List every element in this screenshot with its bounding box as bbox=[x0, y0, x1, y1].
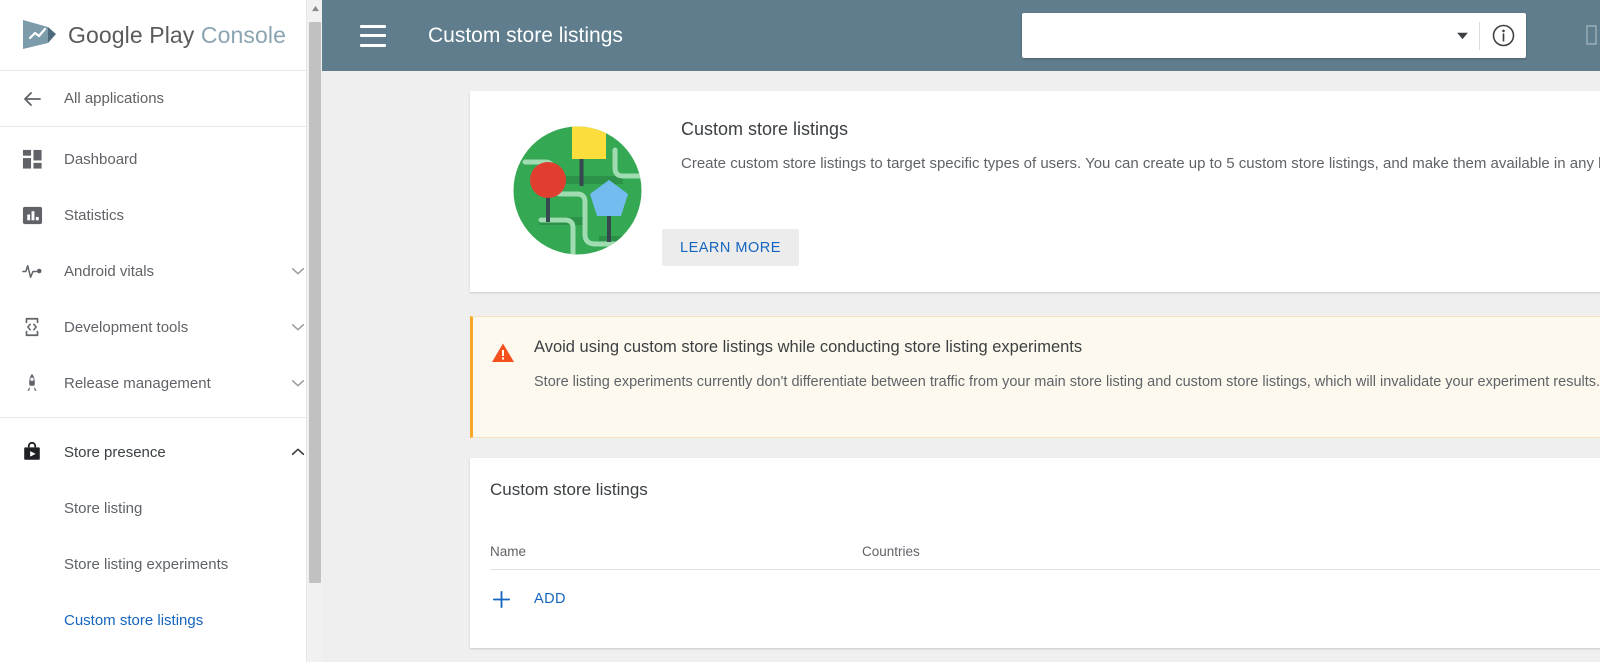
custom-store-listings-card: Custom store listings Name Countries ADD bbox=[470, 458, 1600, 648]
warning-body: Store listing experiments currently don'… bbox=[534, 370, 1600, 394]
chevron-down-icon[interactable] bbox=[288, 374, 308, 392]
listings-title: Custom store listings bbox=[490, 480, 648, 500]
sidebar-item-label: Store presence bbox=[64, 444, 288, 461]
info-circle-icon[interactable] bbox=[1480, 23, 1526, 48]
sidebar-item-release-management[interactable]: Release management bbox=[0, 355, 322, 411]
sidebar-item-label: Development tools bbox=[64, 319, 288, 336]
warning-banner: Avoid using custom store listings while … bbox=[470, 316, 1600, 438]
sidebar-scrollbar-thumb[interactable] bbox=[309, 22, 321, 583]
promo-title: Custom store listings bbox=[681, 119, 848, 140]
hamburger-menu-icon[interactable] bbox=[360, 25, 386, 47]
main-area: Custom store listings bbox=[322, 0, 1600, 662]
sidebar: Google Play Console All applications bbox=[0, 0, 322, 662]
sidebar-divider bbox=[0, 417, 322, 424]
sidebar-item-label: Dashboard bbox=[64, 151, 308, 168]
add-listing-label: ADD bbox=[534, 591, 566, 607]
store-bag-play-icon bbox=[18, 441, 46, 463]
brand-title-light: Console bbox=[201, 22, 286, 48]
sidebar-item-label: Android vitals bbox=[64, 263, 288, 280]
listings-table: Name Countries ADD bbox=[490, 532, 1600, 628]
sidebar-subitem-label: Custom store listings bbox=[64, 612, 203, 629]
column-header-countries: Countries bbox=[862, 544, 1600, 559]
app-selector[interactable] bbox=[1022, 13, 1526, 58]
sidebar-scrollbar[interactable] bbox=[306, 0, 322, 662]
sidebar-item-dashboard[interactable]: Dashboard bbox=[0, 131, 322, 187]
triangle-down-icon[interactable] bbox=[1445, 31, 1479, 40]
sidebar-subitem-label: Store listing bbox=[64, 500, 142, 517]
brand-header[interactable]: Google Play Console bbox=[0, 0, 322, 71]
column-header-name: Name bbox=[490, 544, 862, 559]
sidebar-item-label: All applications bbox=[64, 90, 164, 107]
page-root: Google Play Console All applications bbox=[0, 0, 1600, 662]
sidebar-item-store-listing-experiments[interactable]: Store listing experiments bbox=[0, 536, 322, 592]
add-listing-button[interactable]: ADD bbox=[490, 570, 1600, 628]
play-console-logo-icon bbox=[18, 16, 60, 54]
sidebar-item-label: Statistics bbox=[64, 207, 308, 224]
promo-card: Custom store listings Create custom stor… bbox=[470, 91, 1600, 292]
warning-triangle-icon bbox=[491, 341, 515, 365]
code-brackets-icon bbox=[18, 316, 46, 338]
caret-up-icon[interactable] bbox=[307, 0, 322, 16]
bar-chart-icon bbox=[18, 205, 46, 226]
page-title: Custom store listings bbox=[428, 24, 623, 48]
learn-more-button[interactable]: LEARN MORE bbox=[662, 229, 799, 266]
sidebar-item-android-vitals[interactable]: Android vitals bbox=[0, 243, 322, 299]
sidebar-item-all-applications[interactable]: All applications bbox=[0, 71, 322, 127]
sidebar-subitem-label: Store listing experiments bbox=[64, 556, 228, 573]
sidebar-item-store-presence[interactable]: Store presence bbox=[0, 424, 322, 480]
chevron-down-icon[interactable] bbox=[288, 318, 308, 336]
content-area: Custom store listings Create custom stor… bbox=[322, 71, 1600, 662]
sidebar-item-custom-store-listings[interactable]: Custom store listings bbox=[0, 592, 322, 648]
sidebar-item-development-tools[interactable]: Development tools bbox=[0, 299, 322, 355]
top-app-bar: Custom store listings bbox=[322, 0, 1600, 71]
arrow-left-icon bbox=[18, 87, 46, 111]
chevron-down-icon[interactable] bbox=[288, 262, 308, 280]
dashboard-grid-icon bbox=[18, 149, 46, 170]
sidebar-item-statistics[interactable]: Statistics bbox=[0, 187, 322, 243]
targeting-map-illustration bbox=[511, 124, 644, 257]
sidebar-item-label: Release management bbox=[64, 375, 288, 392]
brand-title: Google Play Console bbox=[68, 22, 286, 49]
rocket-icon bbox=[18, 372, 46, 394]
brand-title-bold: Google Play bbox=[68, 22, 194, 48]
overflow-cut-icon[interactable] bbox=[1584, 22, 1600, 48]
sidebar-item-store-listing[interactable]: Store listing bbox=[0, 480, 322, 536]
plus-icon bbox=[490, 588, 512, 610]
warning-title: Avoid using custom store listings while … bbox=[534, 338, 1082, 357]
chevron-up-icon[interactable] bbox=[288, 443, 308, 461]
table-header-row: Name Countries bbox=[490, 532, 1600, 570]
sidebar-nav: Dashboard Statistics bbox=[0, 127, 322, 648]
promo-body: Create custom store listings to target s… bbox=[681, 153, 1600, 175]
pulse-heartbeat-icon bbox=[18, 260, 46, 283]
